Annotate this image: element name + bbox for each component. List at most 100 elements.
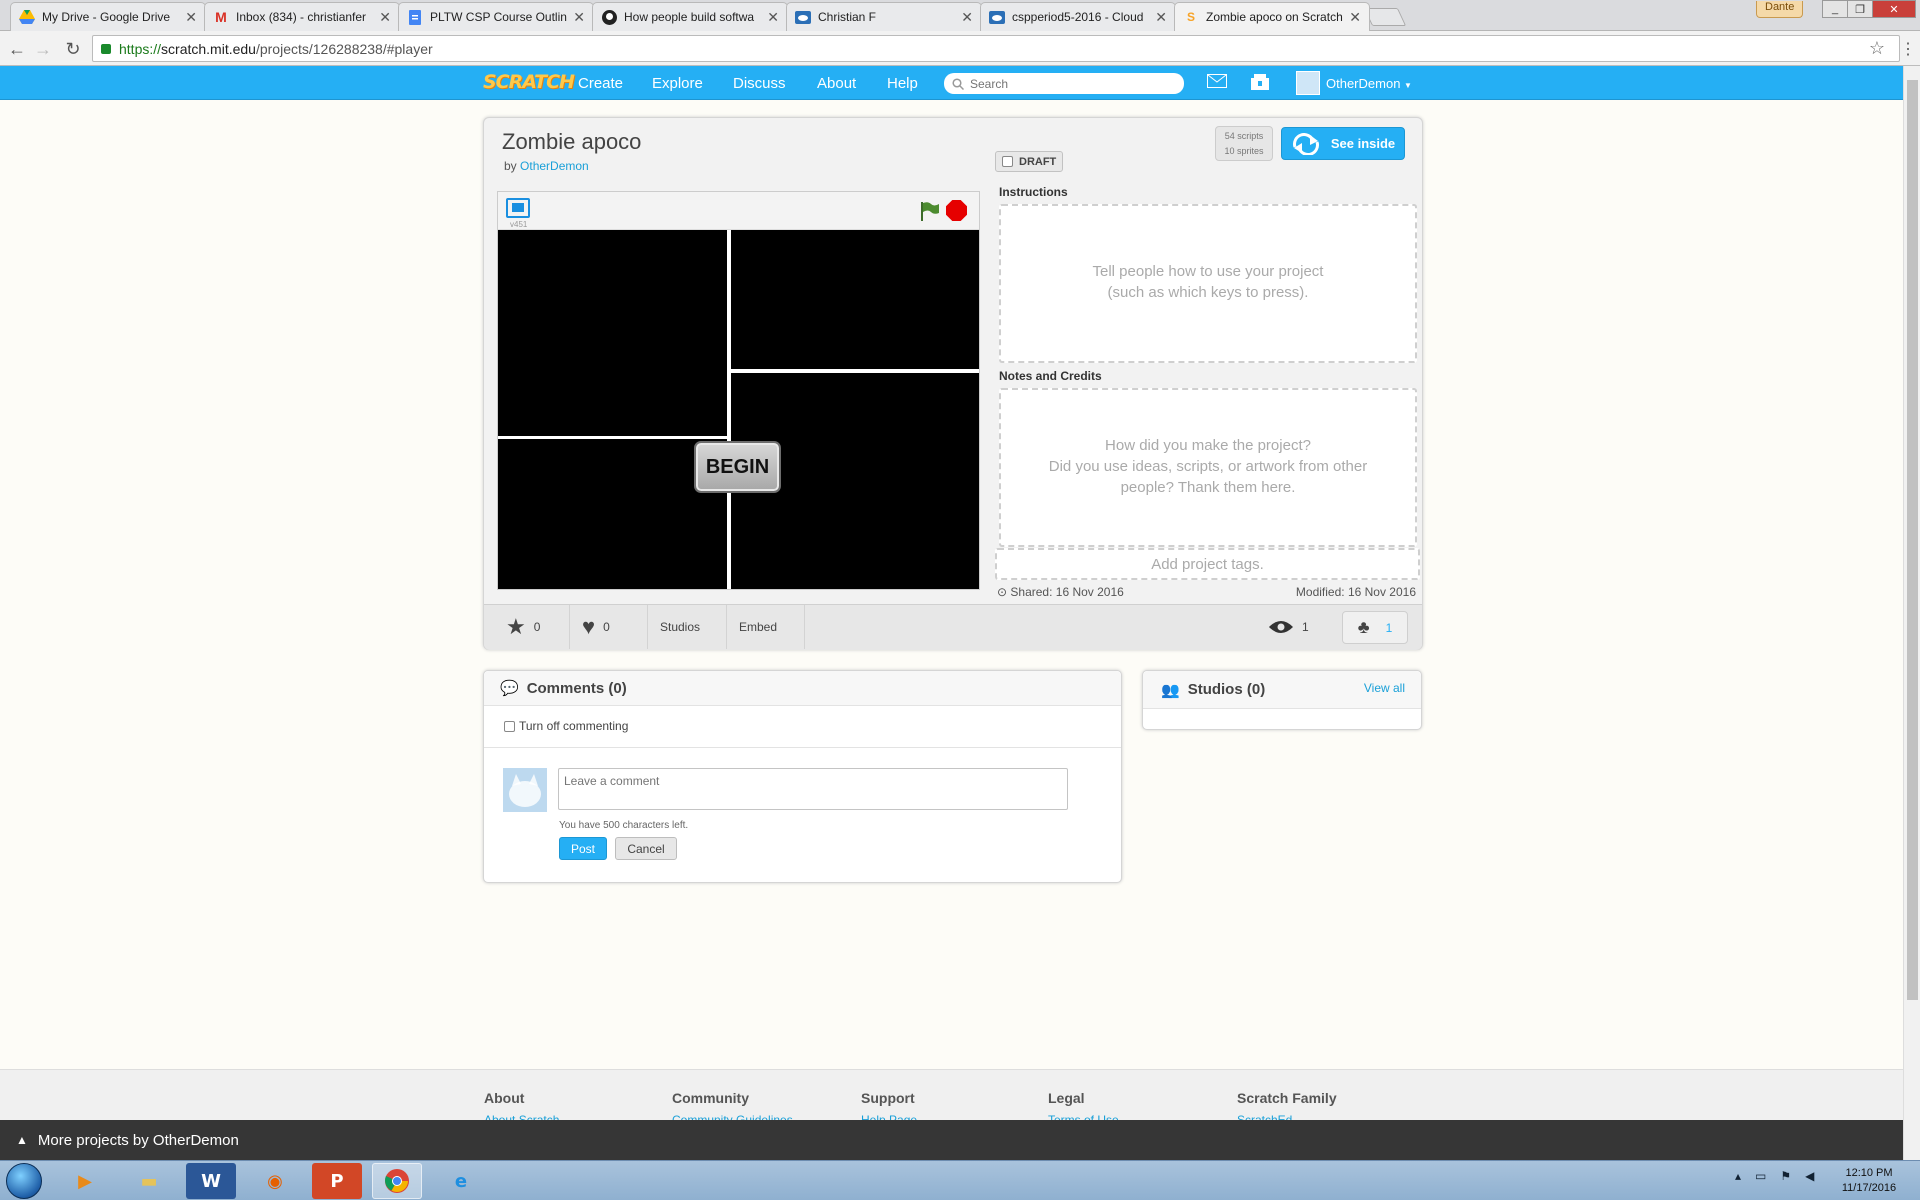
close-window-button[interactable]: ✕ — [1872, 0, 1916, 18]
internet-explorer-icon[interactable]: e — [436, 1163, 486, 1199]
close-tab-icon[interactable]: ✕ — [573, 9, 585, 26]
taskbar-clock[interactable]: 12:10 PM 11/17/2016 — [1834, 1166, 1904, 1196]
tab-gmail[interactable]: M Inbox (834) - christianfer ✕ — [204, 2, 400, 31]
firefox-icon[interactable]: ◉ — [250, 1163, 300, 1199]
vertical-scrollbar[interactable] — [1903, 66, 1920, 1160]
draft-checkbox[interactable] — [1002, 156, 1013, 167]
post-button[interactable]: Post — [559, 837, 607, 860]
tab-pltw-course-outline[interactable]: PLTW CSP Course Outline ✕ — [398, 2, 594, 31]
comment-input[interactable] — [558, 768, 1068, 810]
tab-christian-f[interactable]: Christian F ✕ — [786, 2, 982, 31]
author-link[interactable]: OtherDemon — [520, 159, 589, 173]
turn-off-checkbox[interactable] — [504, 720, 515, 732]
maximize-button[interactable]: ❐ — [1847, 0, 1873, 18]
cancel-button[interactable]: Cancel — [615, 837, 677, 860]
nav-create[interactable]: Create — [578, 75, 623, 92]
back-arrow-icon[interactable]: ← — [6, 38, 28, 60]
project-stage[interactable]: BEGIN — [498, 230, 979, 589]
commenter-avatar — [503, 768, 547, 812]
close-tab-icon[interactable]: ✕ — [767, 9, 779, 26]
fullscreen-icon[interactable] — [506, 198, 530, 218]
draft-toggle[interactable]: DRAFT — [995, 151, 1064, 172]
action-center-flag-icon[interactable]: ⚑ — [1780, 1169, 1791, 1183]
more-projects-bar[interactable]: ▲ More projects by OtherDemon — [0, 1120, 1903, 1160]
people-icon: 👥 — [1161, 681, 1180, 699]
footer-scratch-family-heading: Scratch Family — [1237, 1090, 1337, 1106]
scratch-navbar: SCRATCH Create Explore Discuss About Hel… — [0, 66, 1903, 100]
system-tray: ▴ ▭ ⚑ ◀ — [1735, 1169, 1814, 1183]
minimize-button[interactable]: _ — [1822, 0, 1848, 18]
forward-arrow-icon[interactable]: → — [32, 38, 54, 60]
view-all-link[interactable]: View all — [1364, 681, 1405, 695]
tray-expand-icon[interactable]: ▴ — [1735, 1169, 1741, 1183]
eye-icon — [1269, 621, 1293, 633]
messages-icon[interactable] — [1207, 74, 1227, 93]
scratch-icon: S — [1186, 10, 1195, 24]
stop-icon[interactable] — [946, 200, 967, 221]
tab-github[interactable]: How people build softwa ✕ — [592, 2, 788, 31]
see-inside-button[interactable]: See inside — [1281, 127, 1405, 160]
turn-off-commenting[interactable]: Turn off commenting — [504, 719, 628, 733]
browser-menu-icon[interactable]: ⋮ — [1900, 39, 1916, 59]
file-explorer-icon[interactable]: ▬ — [124, 1163, 174, 1199]
lock-icon — [101, 43, 111, 54]
notes-credits-field[interactable]: How did you make the project? Did you us… — [999, 388, 1417, 547]
shared-icon: ⊙ — [997, 585, 1008, 599]
tab-google-drive[interactable]: My Drive - Google Drive ✕ — [10, 2, 206, 31]
reload-icon[interactable]: ↻ — [62, 38, 84, 60]
profile-chip[interactable]: Dante — [1756, 1, 1804, 18]
begin-button[interactable]: BEGIN — [694, 441, 781, 493]
triangle-up-icon: ▲ — [16, 1133, 28, 1147]
tab-zombie-apoco[interactable]: S Zombie apoco on Scratch ✕ — [1174, 2, 1370, 31]
studios-panel: 👥 Studios (0) View all — [1142, 670, 1422, 730]
scratch-logo[interactable]: SCRATCH — [483, 71, 575, 93]
modified-date: Modified: 16 Nov 2016 — [1295, 585, 1416, 599]
see-inside-icon — [1292, 132, 1319, 155]
close-tab-icon[interactable]: ✕ — [1349, 9, 1361, 26]
powerpoint-icon[interactable]: P — [312, 1163, 362, 1199]
project-stats: 54 scripts 10 sprites — [1215, 126, 1273, 161]
comments-panel: 💬Comments (0) Turn off commenting You ha… — [483, 670, 1122, 883]
notes-credits-label: Notes and Credits — [999, 369, 1102, 383]
volume-icon[interactable]: ◀ — [1805, 1169, 1814, 1183]
love-button[interactable]: ♥ 0 — [570, 605, 648, 649]
nav-explore[interactable]: Explore — [652, 75, 703, 92]
google-docs-icon — [407, 9, 423, 25]
start-button[interactable] — [6, 1163, 42, 1199]
nav-about[interactable]: About — [817, 75, 856, 92]
user-menu[interactable]: OtherDemon ▼ — [1326, 76, 1412, 91]
search-box[interactable] — [944, 73, 1184, 94]
footer-support-heading: Support — [861, 1090, 915, 1106]
instructions-label: Instructions — [999, 185, 1068, 199]
close-tab-icon[interactable]: ✕ — [185, 9, 197, 26]
studios-button[interactable]: Studios — [648, 605, 727, 649]
new-tab-button[interactable] — [1363, 8, 1407, 26]
favorite-button[interactable]: ★ 0 — [494, 605, 570, 649]
network-icon[interactable]: ▭ — [1755, 1169, 1766, 1183]
player-controls: v451 — [498, 192, 979, 230]
nav-help[interactable]: Help — [887, 75, 918, 92]
word-icon[interactable]: W — [186, 1163, 236, 1199]
search-input[interactable] — [970, 76, 1160, 91]
user-avatar[interactable] — [1296, 71, 1320, 95]
nav-discuss[interactable]: Discuss — [733, 75, 786, 92]
address-bar[interactable]: https://scratch.mit.edu/projects/1262882… — [92, 35, 1900, 62]
my-stuff-icon[interactable] — [1250, 74, 1270, 95]
green-flag-icon[interactable] — [918, 200, 940, 222]
project-action-bar: ★ 0 ♥ 0 Studios Embed 1 ♣ 1 — [484, 604, 1422, 650]
chrome-icon[interactable] — [372, 1163, 422, 1199]
scrollbar-thumb[interactable] — [1907, 80, 1918, 1000]
close-tab-icon[interactable]: ✕ — [379, 9, 391, 26]
tab-cspperiod5[interactable]: cspperiod5-2016 - Cloud ✕ — [980, 2, 1176, 31]
cloud-icon — [989, 9, 1005, 25]
page-footer: About About Scratch Community Community … — [0, 1069, 1903, 1121]
instructions-field[interactable]: Tell people how to use your project (suc… — [999, 204, 1417, 363]
windows-media-player-icon[interactable]: ▶ — [60, 1163, 110, 1199]
bookmark-star-icon[interactable]: ☆ — [1869, 38, 1885, 59]
tags-field[interactable]: Add project tags. — [995, 548, 1420, 580]
speech-bubble-icon: 💬 — [500, 680, 519, 697]
close-tab-icon[interactable]: ✕ — [961, 9, 973, 26]
embed-button[interactable]: Embed — [727, 605, 805, 649]
close-tab-icon[interactable]: ✕ — [1155, 9, 1167, 26]
remix-tree-button[interactable]: ♣ 1 — [1342, 611, 1408, 644]
